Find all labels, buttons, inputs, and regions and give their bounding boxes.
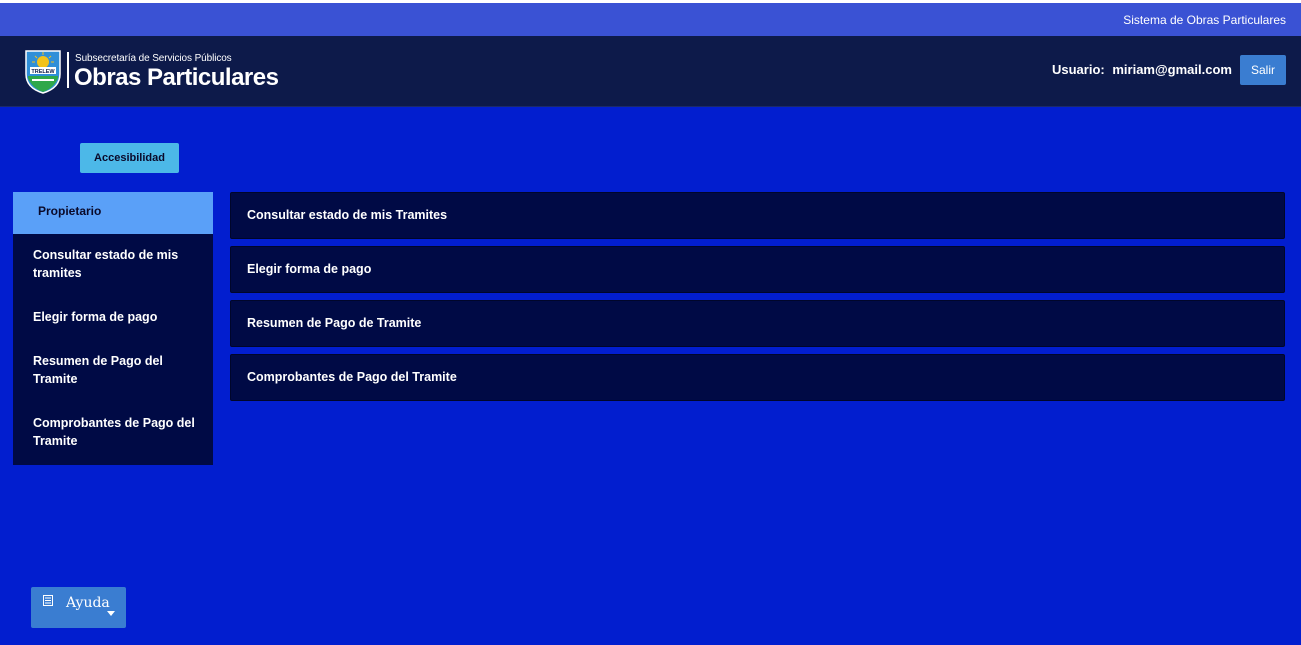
- system-title: Sistema de Obras Particulares: [1123, 13, 1286, 27]
- user-info: Usuario: miriam@gmail.com: [1052, 62, 1232, 77]
- user-label: Usuario:: [1052, 62, 1105, 77]
- menu-item-comprobantes-pago[interactable]: Comprobantes de Pago del Tramite: [230, 354, 1285, 401]
- menu-item-consultar-estado[interactable]: Consultar estado de mis Tramites: [230, 192, 1285, 239]
- logo-divider: [67, 52, 69, 88]
- sidebar-item-elegir-forma-pago[interactable]: Elegir forma de pago: [33, 308, 198, 326]
- header: TRELEW Subsecretaría de Servicios Públic…: [0, 36, 1301, 107]
- system-bar: Sistema de Obras Particulares: [0, 3, 1301, 36]
- menu-item-label: Elegir forma de pago: [247, 262, 372, 276]
- trelew-shield-icon: TRELEW: [25, 50, 61, 94]
- sidebar-item-comprobantes-pago[interactable]: Comprobantes de Pago del Tramite: [33, 414, 198, 450]
- menu-item-label: Consultar estado de mis Tramites: [247, 208, 448, 222]
- sidebar-title: Propietario: [38, 204, 102, 218]
- help-dropdown-button[interactable]: Ayuda: [31, 587, 126, 628]
- sidebar-item-consultar-estado[interactable]: Consultar estado de mis tramites: [33, 246, 198, 282]
- sidebar-item-propietario[interactable]: Propietario: [13, 192, 213, 234]
- accessibility-button[interactable]: Accesibilidad: [80, 143, 179, 173]
- help-label: Ayuda: [66, 595, 110, 611]
- menu-item-elegir-forma-pago[interactable]: Elegir forma de pago: [230, 246, 1285, 293]
- logo-title: Obras Particulares: [74, 64, 279, 91]
- user-email: miriam@gmail.com: [1112, 62, 1232, 77]
- sidebar: Propietario Consultar estado de mis tram…: [13, 192, 213, 465]
- logo-subtitle: Subsecretaría de Servicios Públicos: [75, 53, 232, 64]
- sidebar-item-resumen-pago[interactable]: Resumen de Pago del Tramite: [33, 352, 198, 388]
- caret-down-icon: [107, 611, 115, 616]
- logout-button[interactable]: Salir: [1240, 55, 1286, 85]
- list-icon: [43, 595, 53, 606]
- menu-item-resumen-pago[interactable]: Resumen de Pago de Tramite: [230, 300, 1285, 347]
- menu-item-label: Comprobantes de Pago del Tramite: [247, 370, 457, 384]
- menu-item-label: Resumen de Pago de Tramite: [247, 316, 422, 330]
- logo-badge-text: TRELEW: [31, 69, 55, 75]
